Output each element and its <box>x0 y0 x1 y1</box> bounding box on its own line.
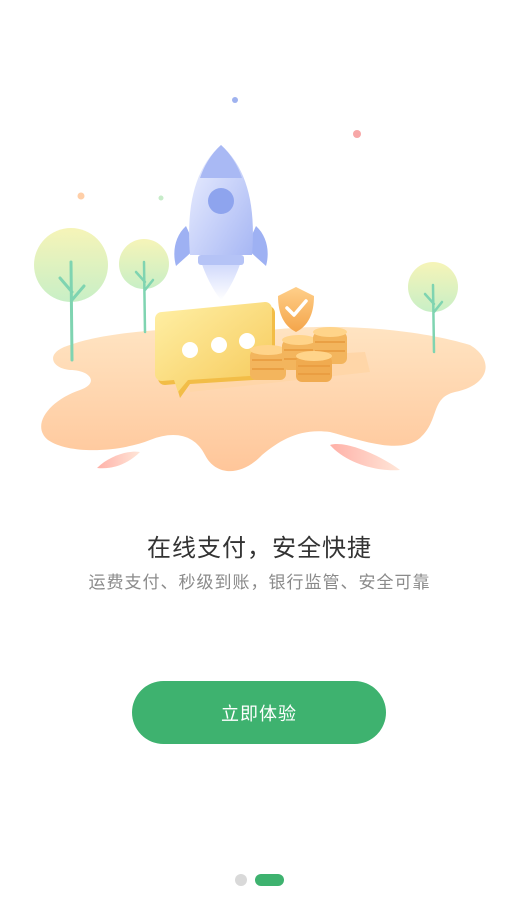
try-now-button[interactable]: 立即体验 <box>132 681 386 744</box>
onboarding-subtitle: 运费支付、秒级到账，银行监管、安全可靠 <box>88 573 431 593</box>
shield-check-icon <box>278 287 314 332</box>
sparkle-dot <box>232 97 238 103</box>
page-dot-2-active[interactable] <box>255 874 284 886</box>
onboarding-title: 在线支付，安全快捷 <box>147 534 372 562</box>
page-indicator <box>0 874 519 886</box>
sparkle-dot <box>353 130 361 138</box>
payment-illustration <box>34 97 486 472</box>
rocket-icon <box>174 145 268 300</box>
coin-stack-icon <box>250 345 286 380</box>
sparkle-dot <box>77 192 85 200</box>
petal <box>97 451 140 469</box>
onboarding-screen: 在线支付，安全快捷 运费支付、秒级到账，银行监管、安全可靠 立即体验 <box>0 0 519 921</box>
sparkle-dot <box>158 195 164 201</box>
petal <box>330 444 400 471</box>
page-dot-1[interactable] <box>235 874 247 886</box>
coin-stack-icon <box>296 351 332 382</box>
